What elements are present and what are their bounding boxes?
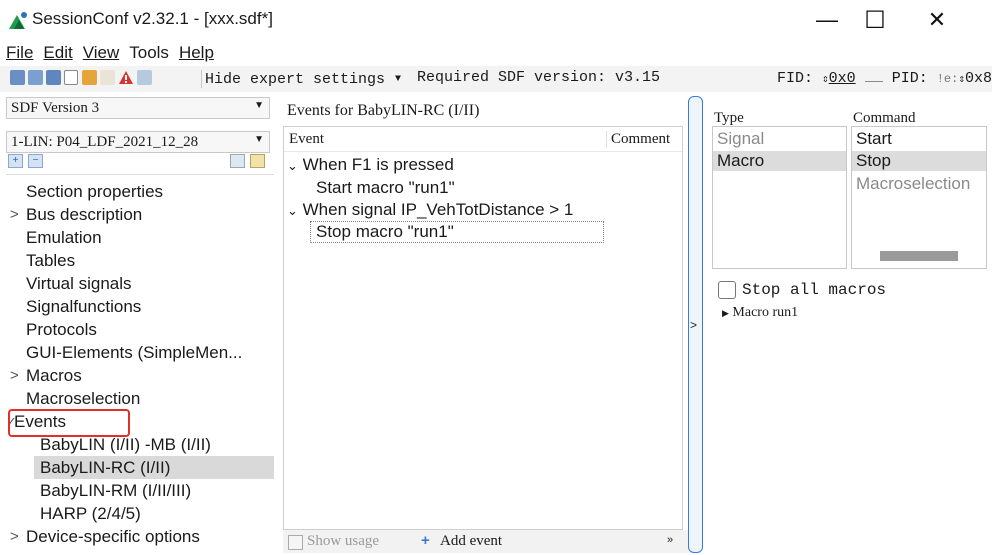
menu-bar: File Edit View Tools Help (0, 40, 219, 66)
tree-item-signalfunctions[interactable]: Signalfunctions (26, 295, 141, 318)
type-list[interactable]: Signal Macro (712, 126, 847, 269)
sdf-tree: Section properties > Bus description Emul… (6, 174, 274, 555)
tree-item-babylin-rm[interactable]: BabyLIN-RM (I/II/III) (40, 479, 191, 502)
menu-edit[interactable]: Edit (38, 40, 77, 66)
triangle-right-icon[interactable]: ▶ (722, 308, 729, 318)
chevron-down-icon: ▼ (395, 73, 402, 85)
sdf-version-combo[interactable]: SDF Version 3 ▼ (6, 97, 270, 119)
tree-item-device-specific-options[interactable]: > Device-specific options (10, 525, 200, 548)
command-item-macroselection[interactable]: Macroselection (856, 174, 970, 194)
maximize-button[interactable]: ☐ (852, 6, 898, 34)
pid-input[interactable]: !e: (937, 72, 959, 86)
toolbar-separator (201, 70, 202, 88)
lin-bus-combo[interactable]: 1-LIN: P04_LDF_2021_12_28 ▼ (6, 131, 270, 153)
tree-item-gui-elements[interactable]: GUI-Elements (SimpleMen... (26, 341, 242, 364)
tree-item-section-properties[interactable]: Section properties (26, 180, 163, 203)
save-icon[interactable] (28, 70, 43, 85)
command-item-start[interactable]: Start (856, 129, 892, 149)
chevron-down-icon: ▼ (254, 100, 264, 111)
document-icon[interactable] (64, 70, 78, 85)
redo-icon[interactable] (100, 70, 115, 85)
refresh-icon[interactable] (230, 154, 245, 168)
lin-bus-value: 1-LIN: P04_LDF_2021_12_28 (11, 133, 199, 150)
chevron-right-icon[interactable]: > (690, 318, 697, 332)
tree-item-bus-description[interactable]: > Bus description (10, 203, 142, 226)
checkbox-icon[interactable] (718, 281, 736, 299)
event-label: When signal IP_VehTotDistance > 1 (302, 200, 574, 219)
command-header: Command (853, 110, 916, 126)
menu-help[interactable]: Help (174, 40, 219, 66)
open-icon[interactable] (10, 70, 25, 85)
tree-item-protocols[interactable]: Protocols (26, 318, 97, 341)
events-header: Events for BabyLIN-RC (I/II) (287, 102, 480, 119)
type-item-macro[interactable]: Macro (713, 151, 846, 171)
chevron-right-icon[interactable]: > (10, 367, 19, 384)
macro-run1-item[interactable]: ▶ Macro run1 (722, 305, 798, 321)
chevron-down-icon: ▼ (254, 134, 264, 145)
tree-item-babylin-rc[interactable]: BabyLIN-RC (I/II) (34, 456, 274, 479)
chevron-right-icon[interactable]: > (10, 206, 19, 223)
tree-item-virtual-signals[interactable]: Virtual signals (26, 272, 132, 295)
tree-item-harp[interactable]: HARP (2/4/5) (40, 502, 141, 525)
tree-item-macros[interactable]: > Macros (10, 364, 82, 387)
warning-icon[interactable] (118, 70, 134, 85)
menu-tools[interactable]: Tools (124, 40, 174, 66)
remove-bus-icon[interactable]: − (28, 154, 43, 168)
sdf-version-value: SDF Version 3 (11, 99, 100, 116)
settings-icon[interactable] (137, 70, 152, 85)
event-action-row-selected[interactable]: Stop macro "run1" (310, 221, 604, 243)
tree-item-macroselection[interactable]: Macroselection (26, 387, 140, 410)
stop-all-label: Stop all macros (742, 281, 887, 299)
hide-expert-dropdown[interactable]: Hide expert settings ▼ (205, 69, 401, 89)
required-sdf-label: Required SDF version: v3.15 (417, 69, 661, 86)
horizontal-scrollbar[interactable] (880, 251, 958, 261)
stop-all-macros-checkbox[interactable]: Stop all macros (718, 281, 886, 299)
fid-spinner-icon[interactable]: ⇕ (822, 74, 829, 86)
fid-input[interactable]: 0x0 (829, 70, 856, 87)
macro-run1-label: Macro run1 (732, 305, 799, 320)
type-header: Type (714, 110, 744, 126)
show-usage-icon[interactable] (288, 535, 303, 550)
fid-label: FID: (777, 70, 814, 87)
event-label: When F1 is pressed (302, 155, 454, 174)
events-table-header: Event Comment (284, 127, 682, 152)
events-bottom-bar: Show usage + Add event » (283, 530, 691, 553)
add-event-button[interactable]: Add event (440, 533, 502, 550)
undo-icon[interactable] (82, 70, 97, 85)
event-row[interactable]: ⌄ When F1 is pressed (287, 155, 454, 175)
column-comment[interactable]: Comment (606, 131, 670, 148)
title-bar: SessionConf v2.32.1 - [xxx.sdf*] — ☐ ✕ (0, 0, 992, 40)
add-event-icon[interactable]: + (421, 532, 430, 549)
pid-spinner-icon[interactable]: ⇕ (958, 74, 965, 86)
fid-pid-fields: FID: ⇕0x0 PID: !e:⇕0x80 (777, 69, 992, 87)
chevron-right-icon[interactable]: > (10, 528, 19, 545)
command-list[interactable]: Start Stop Macroselection (851, 126, 987, 269)
command-item-stop[interactable]: Stop (852, 151, 986, 171)
minimize-button[interactable]: — (804, 6, 850, 34)
close-button[interactable]: ✕ (914, 6, 960, 34)
annotation-highlight-box (8, 409, 130, 437)
tree-item-emulation[interactable]: Emulation (26, 226, 102, 249)
window-title: SessionConf v2.32.1 - [xxx.sdf*] (32, 9, 273, 28)
more-button[interactable]: » (667, 534, 673, 546)
events-table: Event Comment ⌄ When F1 is pressed Start… (283, 126, 683, 530)
chevron-down-icon[interactable]: ⌄ (287, 203, 298, 218)
toolbar: Hide expert settings ▼ Required SDF vers… (0, 66, 992, 92)
pid-label: PID: (891, 70, 928, 87)
event-row[interactable]: ⌄ When signal IP_VehTotDistance > 1 (287, 200, 573, 220)
type-item-signal[interactable]: Signal (717, 129, 764, 149)
menu-file[interactable]: File (0, 40, 38, 66)
add-bus-icon[interactable]: + (8, 154, 23, 168)
hide-expert-label: Hide expert settings (205, 70, 386, 88)
save-as-icon[interactable] (46, 70, 61, 85)
event-action-row[interactable]: Start macro "run1" (316, 178, 455, 198)
app-logo-icon (9, 12, 27, 29)
show-usage-button[interactable]: Show usage (307, 533, 379, 550)
menu-view[interactable]: View (78, 40, 125, 66)
tree-item-tables[interactable]: Tables (26, 249, 75, 272)
edit-icon[interactable] (250, 154, 265, 168)
pid-value[interactable]: 0x80 (965, 70, 992, 87)
column-event[interactable]: Event (289, 131, 324, 148)
chevron-down-icon[interactable]: ⌄ (287, 158, 298, 173)
